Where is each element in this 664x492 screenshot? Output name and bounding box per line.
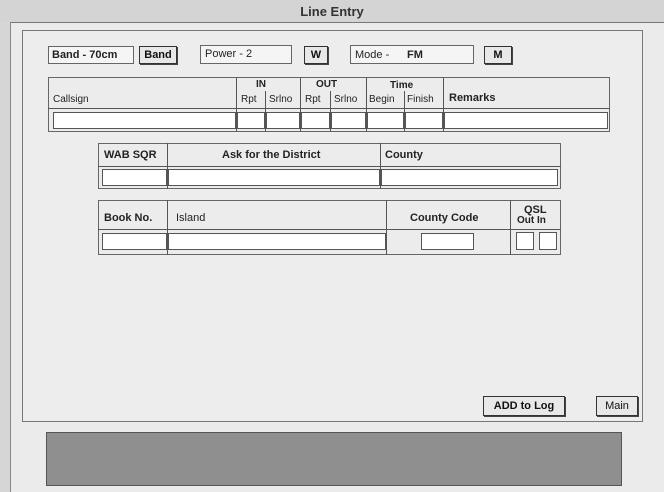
remarks-field[interactable]: [444, 112, 608, 129]
line-entry-window: Line Entry Band - 70cm Band Power - 2 W …: [0, 0, 664, 492]
log-table-divider: [48, 108, 610, 109]
mode-display: Mode - FM: [350, 45, 474, 64]
time-begin-header: Begin: [369, 94, 395, 105]
band-display: Band - 70cm: [48, 46, 134, 64]
island-header: Island: [176, 212, 206, 224]
power-w-button[interactable]: W: [304, 46, 328, 64]
county-field[interactable]: [381, 169, 558, 186]
callsign-header: Callsign: [53, 94, 89, 105]
out-rpt-field[interactable]: [301, 112, 330, 129]
qsl-out-checkbox[interactable]: [516, 232, 534, 250]
in-srlno-header: Srlno: [269, 94, 293, 105]
qsl-in-checkbox[interactable]: [539, 232, 557, 250]
out-srlno-header: Srlno: [334, 94, 358, 105]
window-title: Line Entry: [300, 4, 364, 19]
county-code-field[interactable]: [421, 233, 474, 250]
qsl-out-in-header: Out In: [517, 215, 546, 226]
out-rpt-header: Rpt: [305, 94, 321, 105]
time-header: Time: [390, 80, 414, 91]
window-left-edge: [0, 22, 11, 492]
county-code-header: County Code: [410, 212, 479, 224]
callsign-field[interactable]: [53, 112, 236, 129]
island-field[interactable]: [168, 233, 386, 250]
status-area: [46, 432, 622, 486]
power-label: Power - 2: [205, 48, 253, 60]
district-field[interactable]: [168, 169, 380, 186]
out-srlno-field[interactable]: [331, 112, 366, 129]
in-srlno-field[interactable]: [266, 112, 300, 129]
wab-sqr-field[interactable]: [102, 169, 167, 186]
time-finish-header: Finish: [407, 94, 434, 105]
col-sep: [386, 200, 387, 255]
in-header: IN: [256, 79, 266, 90]
time-begin-field[interactable]: [367, 112, 404, 129]
band-label: Band - 70cm: [52, 49, 118, 61]
power-display: Power - 2: [200, 45, 292, 64]
band-button[interactable]: Band: [139, 46, 177, 64]
book-no-header: Book No.: [104, 212, 153, 224]
mode-label: Mode -: [355, 49, 390, 61]
wab-sqr-header: WAB SQR: [104, 149, 157, 161]
book-no-field[interactable]: [102, 233, 167, 250]
main-button[interactable]: Main: [596, 396, 638, 416]
title-bar: Line Entry: [0, 0, 664, 23]
time-finish-field[interactable]: [405, 112, 443, 129]
col-sep: [510, 200, 511, 255]
in-rpt-field[interactable]: [237, 112, 265, 129]
county-header: County: [385, 149, 423, 161]
out-header: OUT: [316, 79, 338, 90]
district-header: Ask for the District: [222, 149, 321, 161]
mode-m-button[interactable]: M: [484, 46, 512, 64]
remarks-header: Remarks: [449, 92, 496, 104]
mode-value: FM: [407, 49, 423, 61]
add-to-log-button[interactable]: ADD to Log: [483, 396, 565, 416]
in-rpt-header: Rpt: [241, 94, 257, 105]
